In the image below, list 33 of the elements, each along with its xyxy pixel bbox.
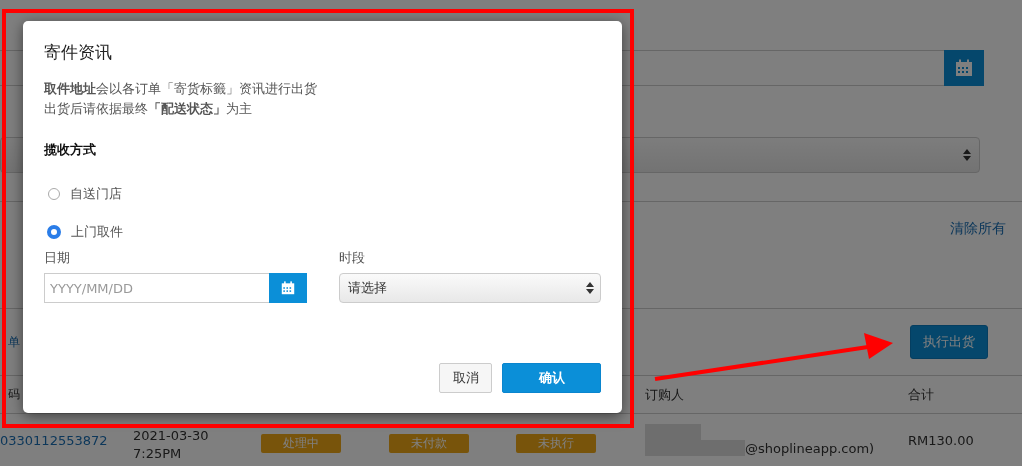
column-header: 订购人: [645, 385, 685, 404]
order-date: 2021-03-30: [133, 427, 210, 446]
buyer-email: @shoplineapp.com): [745, 440, 875, 456]
confirm-button[interactable]: 确认: [502, 363, 601, 393]
status-badge: 处理中: [261, 433, 341, 453]
status-badge: 未执行: [516, 433, 596, 453]
order-total: RM130.00: [908, 432, 975, 448]
ship-button[interactable]: 执行出货: [910, 325, 988, 360]
calendar-button[interactable]: [944, 49, 984, 86]
option-label[interactable]: 自送门店: [70, 185, 122, 203]
note-text: 取件地址会以各订单「寄货标籤」资讯进行出货: [44, 80, 318, 98]
status-badge: 未付款: [389, 433, 469, 453]
orders-link[interactable]: 单: [0, 333, 20, 351]
option-label[interactable]: 上门取件: [71, 223, 123, 241]
calendar-button[interactable]: [268, 273, 307, 303]
dialog-title: 寄件资讯: [44, 41, 113, 64]
calendar-icon: [280, 281, 295, 295]
column-header: 合计: [908, 385, 935, 404]
sort-arrows-icon: [963, 148, 971, 161]
date-field[interactable]: YYYY/MM/DD: [44, 273, 269, 303]
time-slot-select[interactable]: 请选择: [338, 273, 601, 303]
note-text: 出货后请依据最终「配送状态」为主: [44, 100, 253, 118]
radio-button[interactable]: [47, 225, 61, 239]
order-time: 7:25PM: [133, 445, 183, 464]
column-header: 码: [7, 386, 21, 404]
cancel-button[interactable]: 取消: [439, 363, 492, 393]
sort-arrows-icon: [586, 282, 594, 294]
order-number-link[interactable]: 0330112553872: [0, 432, 133, 448]
section-title: 揽收方式: [44, 141, 97, 159]
clear-all-link[interactable]: 清除所有: [950, 219, 1006, 238]
field-label: 时段: [338, 249, 366, 267]
calendar-icon: [955, 58, 973, 77]
field-label: 日期: [44, 249, 71, 267]
